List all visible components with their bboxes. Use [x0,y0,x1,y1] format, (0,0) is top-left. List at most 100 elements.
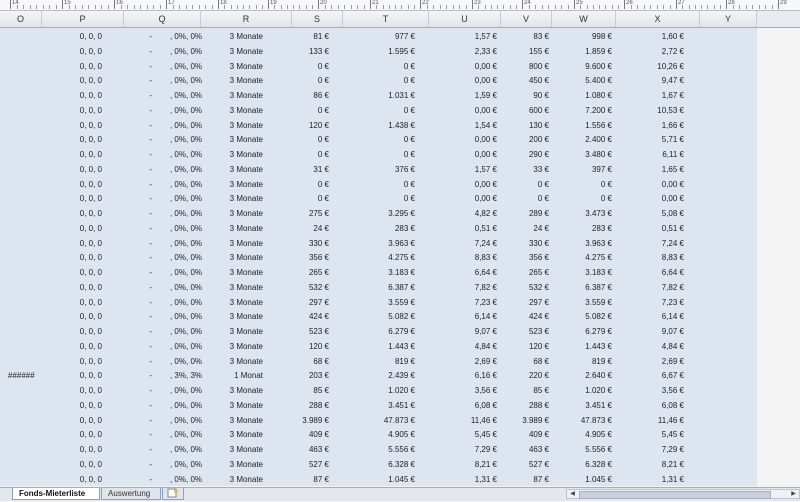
cell-col-t[interactable]: 2.439 € [343,368,415,383]
cell-col-x[interactable]: 7,23 € [616,295,684,310]
cell-col-t[interactable]: 1.443 € [343,339,415,354]
cell-col-q-dash[interactable]: - [124,132,152,147]
cell-col-r[interactable]: 3 Monate [201,354,263,369]
cell-col-p[interactable]: 0, 0, 0 [42,147,102,162]
cell-col-w[interactable]: 1.556 € [552,118,612,133]
cell-col-p[interactable]: 0, 0, 0 [42,427,102,442]
cell-col-p[interactable]: 0, 0, 0 [42,339,102,354]
cell-col-q-percent[interactable]: , 0%, 0% [152,103,202,118]
cell-col-w[interactable]: 6.328 € [552,457,612,472]
cell-col-v[interactable]: 68 € [501,354,549,369]
cell-col-x[interactable]: 7,82 € [616,280,684,295]
cell-col-p[interactable]: 0, 0, 0 [42,457,102,472]
cell-col-s[interactable]: 133 € [292,44,329,59]
cell-col-r[interactable]: 3 Monate [201,309,263,324]
cell-col-q-dash[interactable]: - [124,162,152,177]
tab-fonds-mieterliste[interactable]: Fonds-Mieterliste [12,488,100,500]
cell-col-u[interactable]: 0,51 € [429,221,497,236]
cell-col-q-dash[interactable]: - [124,191,152,206]
cell-col-w[interactable]: 998 € [552,29,612,44]
column-header-w[interactable]: W [552,11,616,27]
tab-auswertung[interactable]: Auswertung [101,488,161,500]
cell-col-q-percent[interactable]: , 0%, 0% [152,324,202,339]
cell-col-q-dash[interactable]: - [124,368,152,383]
cell-col-q-dash[interactable]: - [124,472,152,487]
cell-col-r[interactable]: 3 Monate [201,206,263,221]
cell-col-q-dash[interactable]: - [124,250,152,265]
cell-col-t[interactable]: 6.328 € [343,457,415,472]
cell-col-q-percent[interactable]: , 0%, 0% [152,132,202,147]
cell-col-q-percent[interactable]: , 0%, 0% [152,250,202,265]
cell-col-v[interactable]: 200 € [501,132,549,147]
cell-col-r[interactable]: 3 Monate [201,59,263,74]
cell-col-x[interactable]: 2,69 € [616,354,684,369]
cell-col-s[interactable]: 3.989 € [292,413,329,428]
cell-col-u[interactable]: 0,00 € [429,59,497,74]
cell-col-q-percent[interactable]: , 0%, 0% [152,177,202,192]
cell-col-q-percent[interactable]: , 0%, 0% [152,206,202,221]
cell-col-x[interactable]: 1,60 € [616,29,684,44]
cell-col-u[interactable]: 8,21 € [429,457,497,472]
cell-col-v[interactable]: 155 € [501,44,549,59]
cell-col-v[interactable]: 0 € [501,177,549,192]
cell-col-w[interactable]: 283 € [552,221,612,236]
cell-col-s[interactable]: 120 € [292,339,329,354]
cell-col-w[interactable]: 6.387 € [552,280,612,295]
cell-col-t[interactable]: 0 € [343,191,415,206]
cell-col-w[interactable]: 6.279 € [552,324,612,339]
cell-col-r[interactable]: 3 Monate [201,132,263,147]
cell-col-w[interactable]: 5.556 € [552,442,612,457]
cell-col-t[interactable]: 3.295 € [343,206,415,221]
cell-col-q-percent[interactable]: , 0%, 0% [152,162,202,177]
cell-col-q-dash[interactable]: - [124,44,152,59]
cell-col-q-dash[interactable]: - [124,354,152,369]
cell-col-s[interactable]: 68 € [292,354,329,369]
cell-col-x[interactable]: 1,67 € [616,88,684,103]
cell-col-x[interactable]: 5,71 € [616,132,684,147]
cell-col-x[interactable]: 6,11 € [616,147,684,162]
cell-col-w[interactable]: 1.443 € [552,339,612,354]
cell-col-x[interactable]: 8,21 € [616,457,684,472]
cell-col-q-percent[interactable]: , 0%, 0% [152,147,202,162]
cell-col-x[interactable]: 7,29 € [616,442,684,457]
cell-col-s[interactable]: 0 € [292,177,329,192]
cell-col-p[interactable]: 0, 0, 0 [42,73,102,88]
cell-col-u[interactable]: 7,24 € [429,236,497,251]
cell-col-x[interactable]: 6,64 € [616,265,684,280]
cell-col-v[interactable]: 463 € [501,442,549,457]
cell-col-s[interactable]: 463 € [292,442,329,457]
cell-col-p[interactable]: 0, 0, 0 [42,88,102,103]
cell-col-q-dash[interactable]: - [124,29,152,44]
cell-col-s[interactable]: 87 € [292,472,329,487]
cell-col-u[interactable]: 7,23 € [429,295,497,310]
cell-col-w[interactable]: 4.905 € [552,427,612,442]
cell-col-p[interactable]: 0, 0, 0 [42,206,102,221]
cell-col-x[interactable]: 6,08 € [616,398,684,413]
cell-col-q-dash[interactable]: - [124,280,152,295]
column-header-v[interactable]: V [501,11,552,27]
cell-col-v[interactable]: 450 € [501,73,549,88]
cell-col-u[interactable]: 4,82 € [429,206,497,221]
cell-col-x[interactable]: 9,47 € [616,73,684,88]
cell-col-p[interactable]: 0, 0, 0 [42,368,102,383]
cell-col-w[interactable]: 1.080 € [552,88,612,103]
cell-col-u[interactable]: 1,31 € [429,472,497,487]
cell-col-w[interactable]: 0 € [552,177,612,192]
cell-col-q-dash[interactable]: - [124,427,152,442]
cell-col-t[interactable]: 3.183 € [343,265,415,280]
cell-col-u[interactable]: 0,00 € [429,147,497,162]
column-header-u[interactable]: U [429,11,501,27]
cell-col-r[interactable]: 3 Monate [201,29,263,44]
column-header-s[interactable]: S [292,11,343,27]
cell-col-q-percent[interactable]: , 0%, 0% [152,427,202,442]
cell-col-t[interactable]: 6.387 € [343,280,415,295]
cell-col-p[interactable]: 0, 0, 0 [42,309,102,324]
cell-col-s[interactable]: 203 € [292,368,329,383]
cell-col-p[interactable]: 0, 0, 0 [42,191,102,206]
cell-col-s[interactable]: 527 € [292,457,329,472]
cell-col-q-dash[interactable]: - [124,383,152,398]
cell-col-q-percent[interactable]: , 0%, 0% [152,457,202,472]
cell-col-x[interactable]: 0,00 € [616,177,684,192]
horizontal-scrollbar[interactable]: ◀ ▶ [566,489,800,499]
cell-col-q-dash[interactable]: - [124,73,152,88]
